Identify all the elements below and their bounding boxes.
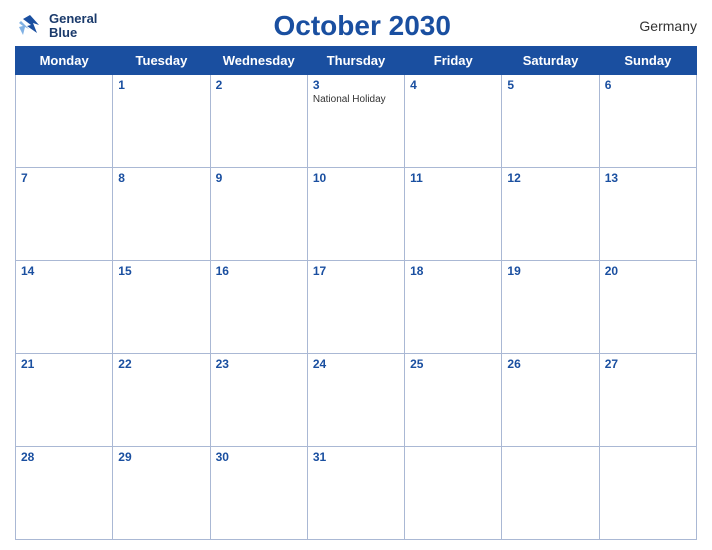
calendar-week-row: 21 22 23 24 25 26 27	[16, 354, 697, 447]
day-number: 11	[410, 171, 496, 185]
day-number: 19	[507, 264, 593, 278]
weekday-header-cell: Wednesday	[210, 47, 307, 75]
day-number: 7	[21, 171, 107, 185]
calendar-day-cell: 7	[16, 168, 113, 261]
day-number: 9	[216, 171, 302, 185]
day-number: 8	[118, 171, 204, 185]
day-number: 4	[410, 78, 496, 92]
calendar-day-cell: 30	[210, 447, 307, 540]
day-number: 17	[313, 264, 399, 278]
calendar-day-cell: 26	[502, 354, 599, 447]
weekday-header-cell: Monday	[16, 47, 113, 75]
day-number: 30	[216, 450, 302, 464]
logo-text: GeneralBlue	[49, 12, 97, 41]
calendar-day-cell: 23	[210, 354, 307, 447]
calendar-table: MondayTuesdayWednesdayThursdayFridaySatu…	[15, 46, 697, 540]
calendar-day-cell: 17	[307, 261, 404, 354]
weekday-header-cell: Sunday	[599, 47, 696, 75]
calendar-day-cell: 27	[599, 354, 696, 447]
calendar-week-row: 28 29 30 31	[16, 447, 697, 540]
calendar-day-cell: 18	[405, 261, 502, 354]
day-number: 22	[118, 357, 204, 371]
calendar-header: GeneralBlue October 2030 Germany	[15, 10, 697, 42]
calendar-day-cell: 20	[599, 261, 696, 354]
calendar-day-cell: 12	[502, 168, 599, 261]
calendar-day-cell: 22	[113, 354, 210, 447]
calendar-day-cell: 14	[16, 261, 113, 354]
weekday-header-cell: Saturday	[502, 47, 599, 75]
calendar-day-cell: 13	[599, 168, 696, 261]
day-number: 20	[605, 264, 691, 278]
calendar-day-cell: 11	[405, 168, 502, 261]
calendar-day-cell	[405, 447, 502, 540]
day-number: 3	[313, 78, 399, 92]
day-number: 6	[605, 78, 691, 92]
calendar-day-cell: 4	[405, 75, 502, 168]
calendar-day-cell: 1	[113, 75, 210, 168]
day-number: 23	[216, 357, 302, 371]
calendar-day-cell: 9	[210, 168, 307, 261]
calendar-day-cell: 19	[502, 261, 599, 354]
calendar-day-cell: 29	[113, 447, 210, 540]
day-number: 25	[410, 357, 496, 371]
calendar-day-cell: 5	[502, 75, 599, 168]
day-number: 24	[313, 357, 399, 371]
day-number: 13	[605, 171, 691, 185]
day-number: 10	[313, 171, 399, 185]
calendar-day-cell: 24	[307, 354, 404, 447]
day-number: 26	[507, 357, 593, 371]
day-number: 29	[118, 450, 204, 464]
calendar-day-cell: 6	[599, 75, 696, 168]
logo: GeneralBlue	[15, 11, 97, 41]
calendar-week-row: 789 10 11 12 13	[16, 168, 697, 261]
day-number: 15	[118, 264, 204, 278]
calendar-day-cell: 3 National Holiday	[307, 75, 404, 168]
calendar-day-cell: 31	[307, 447, 404, 540]
day-number: 14	[21, 264, 107, 278]
day-number: 18	[410, 264, 496, 278]
calendar-day-cell: 8	[113, 168, 210, 261]
holiday-label: National Holiday	[313, 94, 399, 105]
calendar-day-cell	[16, 75, 113, 168]
day-number: 1	[118, 78, 204, 92]
day-number: 2	[216, 78, 302, 92]
calendar-day-cell: 28	[16, 447, 113, 540]
day-number: 12	[507, 171, 593, 185]
calendar-day-cell: 21	[16, 354, 113, 447]
calendar-title: October 2030	[97, 10, 627, 42]
calendar-day-cell	[502, 447, 599, 540]
logo-icon	[15, 11, 45, 41]
calendar-day-cell: 15	[113, 261, 210, 354]
day-number: 28	[21, 450, 107, 464]
day-number: 21	[21, 357, 107, 371]
calendar-week-row: 14 15 16 17 18 19 20	[16, 261, 697, 354]
calendar-week-row: 123 National Holiday 456	[16, 75, 697, 168]
day-number: 31	[313, 450, 399, 464]
weekday-header-cell: Thursday	[307, 47, 404, 75]
day-number: 27	[605, 357, 691, 371]
country-label: Germany	[627, 18, 697, 34]
calendar-body: 123National Holiday456789101112131415161…	[16, 75, 697, 540]
calendar-day-cell: 16	[210, 261, 307, 354]
calendar-day-cell: 25	[405, 354, 502, 447]
calendar-day-cell: 2	[210, 75, 307, 168]
day-number: 5	[507, 78, 593, 92]
weekday-header-cell: Friday	[405, 47, 502, 75]
calendar-day-cell	[599, 447, 696, 540]
weekday-header-cell: Tuesday	[113, 47, 210, 75]
weekday-header-row: MondayTuesdayWednesdayThursdayFridaySatu…	[16, 47, 697, 75]
calendar-day-cell: 10	[307, 168, 404, 261]
day-number: 16	[216, 264, 302, 278]
